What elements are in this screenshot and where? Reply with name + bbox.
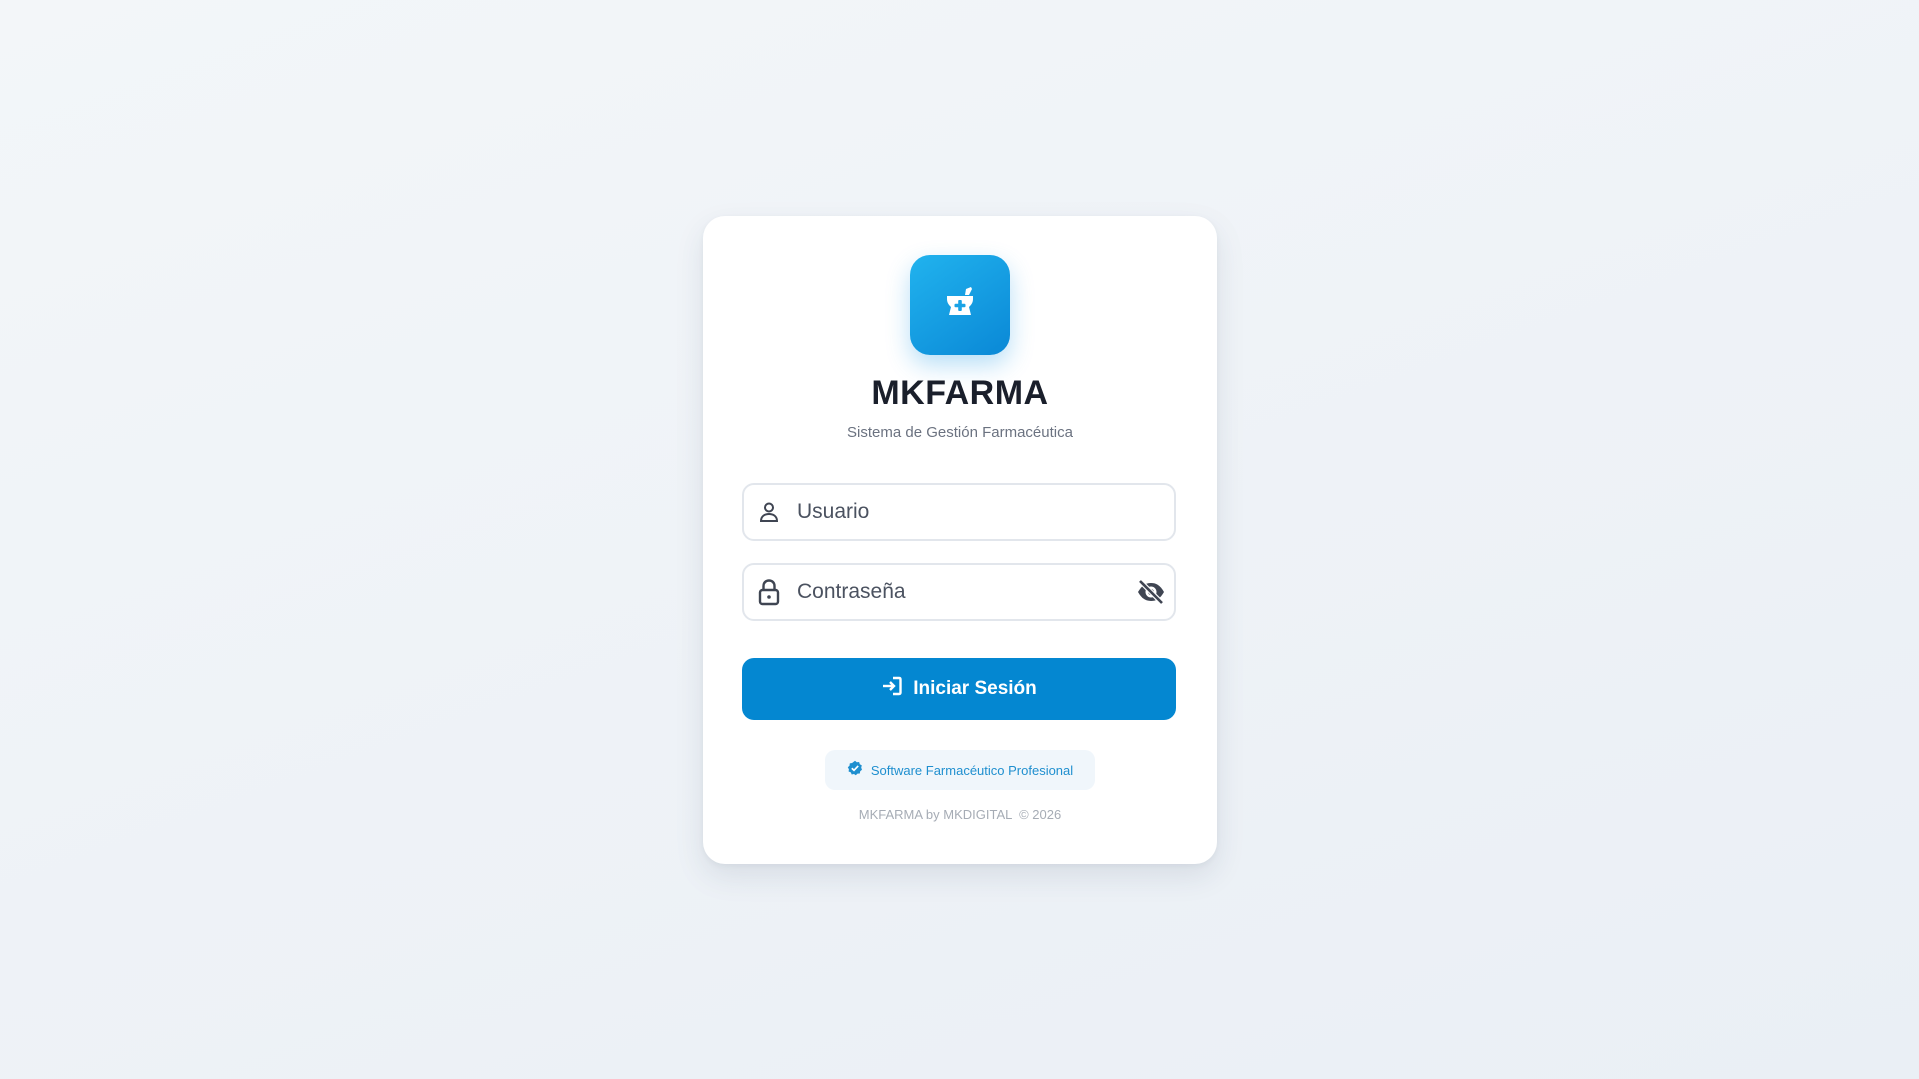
password-field[interactable] — [742, 563, 1176, 621]
app-subtitle: Sistema de Gestión Farmacéutica — [847, 424, 1073, 441]
app-logo — [910, 255, 1010, 355]
verified-badge-icon — [847, 760, 863, 781]
app-title: MKFARMA — [871, 374, 1049, 412]
eye-slash-icon[interactable] — [1136, 578, 1166, 606]
user-icon — [756, 499, 782, 525]
lock-icon — [756, 579, 782, 606]
login-button-label: Iniciar Sesión — [913, 678, 1037, 699]
login-button[interactable]: Iniciar Sesión — [742, 658, 1176, 720]
password-input[interactable] — [797, 565, 1127, 619]
username-field[interactable] — [742, 483, 1176, 541]
username-input[interactable] — [797, 485, 1127, 539]
professional-badge: Software Farmacéutico Profesional — [825, 750, 1095, 790]
mortar-pestle-icon — [942, 285, 978, 326]
badge-label: Software Farmacéutico Profesional — [870, 762, 1074, 778]
login-card: MKFARMA Sistema de Gestión Farmacéutica — [703, 216, 1217, 864]
sign-in-icon — [881, 675, 903, 703]
footer-copyright: MKFARMA by MKDIGITAL © 2026 — [858, 807, 1062, 822]
